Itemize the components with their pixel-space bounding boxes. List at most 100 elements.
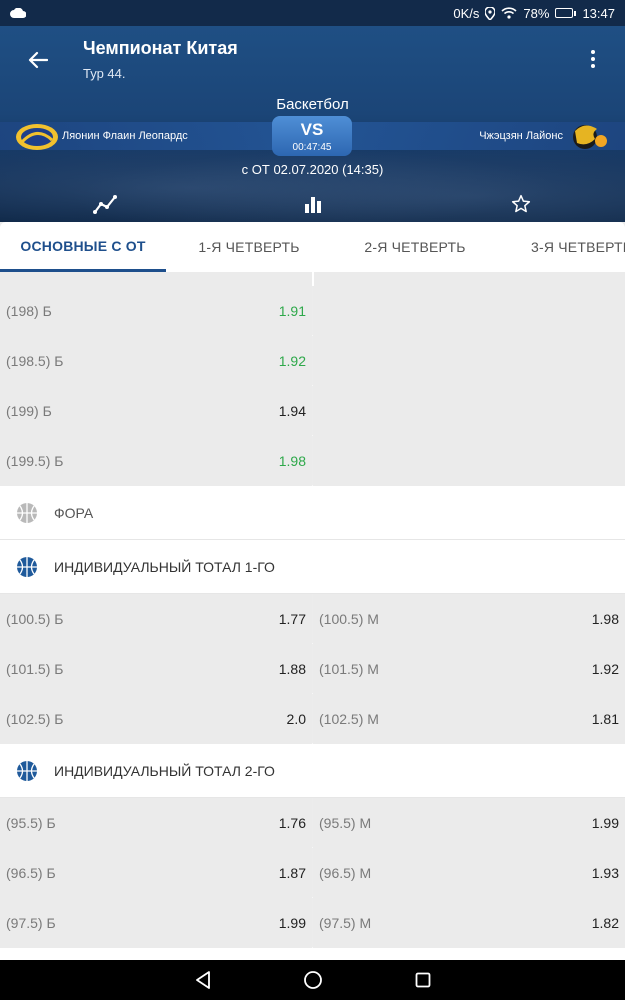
bet-label: (96.5) М [319, 865, 372, 881]
list-end-spacer [0, 948, 625, 960]
empty-cell [313, 386, 625, 436]
table-row: (199) Б 1.94 [0, 386, 625, 436]
section-handicap[interactable]: ФОРА [0, 486, 625, 540]
statistics-button[interactable] [299, 190, 327, 218]
section-individual-total-1[interactable]: ИНДИВИДУАЛЬНЫЙ ТОТАЛ 1-ГО [0, 540, 625, 594]
home-circle-icon [303, 971, 322, 989]
period-tabs: ОСНОВНЫЕ С ОТ 1-Я ЧЕТВЕРТЬ 2-Я ЧЕТВЕРТЬ … [0, 222, 625, 272]
cloud-icon [10, 8, 26, 18]
nav-recents-button[interactable] [411, 968, 435, 992]
bet-cell[interactable]: (199) Б 1.94 [0, 386, 312, 436]
net-speed: 0K/s [453, 5, 480, 21]
bet-odd: 2.0 [286, 711, 306, 727]
table-row [0, 272, 625, 286]
bet-cell-under[interactable]: (101.5) М 1.92 [313, 644, 625, 694]
bet-cell-under[interactable]: (97.5) М 1.82 [313, 898, 625, 948]
bet-label: (199) Б [6, 403, 52, 419]
team-right-logo-icon [573, 125, 607, 149]
bet-label: (95.5) Б [6, 815, 56, 831]
tab-quarter-3[interactable]: 3-Я ЧЕТВЕРТЬ [498, 222, 625, 272]
battery-icon [555, 8, 577, 18]
bet-label: (102.5) М [319, 711, 379, 727]
table-row: (199.5) Б 1.98 [0, 436, 625, 486]
empty-cell [313, 436, 625, 486]
bet-odd: 1.77 [278, 611, 306, 627]
bet-label: (95.5) М [319, 815, 372, 831]
bet-odd: 1.93 [591, 865, 619, 881]
bet-label: (101.5) Б [6, 661, 64, 677]
table-row: (95.5) Б 1.76 (95.5) М 1.99 [0, 798, 625, 848]
bet-cell[interactable]: (199.5) Б 1.98 [0, 436, 312, 486]
section-individual-total-2[interactable]: ИНДИВИДУАЛЬНЫЙ ТОТАЛ 2-ГО [0, 744, 625, 798]
bet-label: (101.5) М [319, 661, 379, 677]
bet-odd: 1.92 [591, 661, 619, 677]
status-indicators: 0K/s 78% 13:47 [453, 6, 615, 21]
table-row: (100.5) Б 1.77 (100.5) М 1.98 [0, 594, 625, 644]
bet-cell-under[interactable]: (96.5) М 1.93 [313, 848, 625, 898]
table-row: (97.5) Б 1.99 (97.5) М 1.82 [0, 898, 625, 948]
table-row: (198) Б 1.91 [0, 286, 625, 336]
clock: 13:47 [582, 5, 615, 21]
status-bar: 0K/s 78% 13:47 [0, 0, 625, 26]
team-right-name: Чжэцзян Лайонс [479, 130, 563, 142]
more-menu-button[interactable] [583, 46, 603, 72]
bet-label: (100.5) М [319, 611, 379, 627]
basketball-icon [17, 760, 37, 781]
bet-label: (102.5) Б [6, 711, 64, 727]
tab-main-ot[interactable]: ОСНОВНЫЕ С ОТ [0, 222, 166, 272]
section-title: ИНДИВИДУАЛЬНЫЙ ТОТАЛ 2-ГО [54, 762, 275, 779]
bet-cell-under[interactable]: (100.5) М 1.98 [313, 594, 625, 644]
round-label: Тур 44. [83, 66, 126, 81]
bet-label: (96.5) Б [6, 865, 56, 881]
bet-cell[interactable]: (198.5) Б 1.92 [0, 336, 312, 386]
recents-square-icon [415, 972, 430, 988]
arrow-left-icon [28, 51, 48, 69]
vs-label: VS [300, 120, 324, 139]
bet-cell-under[interactable]: (102.5) М 1.81 [313, 694, 625, 744]
page-title: Чемпионат Китая [83, 38, 238, 58]
bet-odd: 1.92 [278, 353, 306, 369]
table-row: (101.5) Б 1.88 (101.5) М 1.92 [0, 644, 625, 694]
vs-badge: VS 00:47:45 [272, 116, 352, 156]
back-triangle-icon [195, 971, 210, 989]
back-button[interactable] [24, 46, 52, 74]
favorite-button[interactable] [507, 190, 535, 218]
bet-odd: 1.98 [278, 453, 306, 469]
tab-quarter-2[interactable]: 2-Я ЧЕТВЕРТЬ [332, 222, 498, 272]
bet-cell-over[interactable]: (95.5) Б 1.76 [0, 798, 312, 848]
match-date: с ОТ 02.07.2020 (14:35) [241, 162, 384, 177]
notification-area [10, 8, 26, 18]
section-title: ФОРА [54, 504, 94, 521]
odds-list: (198) Б 1.91 (198.5) Б 1.92 (199) Б 1.94… [0, 272, 625, 960]
nav-back-button[interactable] [191, 968, 215, 992]
more-vert-icon [591, 50, 595, 54]
empty-cell [313, 286, 625, 336]
bet-cell-over[interactable]: (102.5) Б 2.0 [0, 694, 312, 744]
chart-line-icon [93, 195, 117, 214]
bet-odd: 1.87 [278, 865, 306, 881]
nav-home-button[interactable] [301, 968, 325, 992]
bet-cell[interactable]: (198) Б 1.91 [0, 286, 312, 336]
bet-cell-over[interactable]: (97.5) Б 1.99 [0, 898, 312, 948]
table-row: (96.5) Б 1.87 (96.5) М 1.93 [0, 848, 625, 898]
bet-label: (97.5) М [319, 915, 372, 931]
bet-odd: 1.81 [591, 711, 619, 727]
bet-cell-over[interactable]: (100.5) Б 1.77 [0, 594, 312, 644]
stats-trend-button[interactable] [91, 190, 119, 218]
bet-label: (100.5) Б [6, 611, 64, 627]
basketball-muted-icon [17, 502, 37, 523]
basketball-icon [17, 556, 37, 577]
bet-odd: 1.98 [591, 611, 619, 627]
bet-cell-under[interactable]: (95.5) М 1.99 [313, 798, 625, 848]
tab-quarter-1[interactable]: 1-Я ЧЕТВЕРТЬ [166, 222, 332, 272]
table-row: (102.5) Б 2.0 (102.5) М 1.81 [0, 694, 625, 744]
empty-cell [313, 336, 625, 386]
bar-chart-icon [305, 197, 321, 213]
bet-odd: 1.76 [278, 815, 306, 831]
star-icon [511, 194, 531, 213]
bet-label: (198.5) Б [6, 353, 64, 369]
bet-cell-over[interactable]: (101.5) Б 1.88 [0, 644, 312, 694]
bet-cell-over[interactable]: (96.5) Б 1.87 [0, 848, 312, 898]
team-left-logo-icon [16, 124, 58, 150]
table-row: (198.5) Б 1.92 [0, 336, 625, 386]
